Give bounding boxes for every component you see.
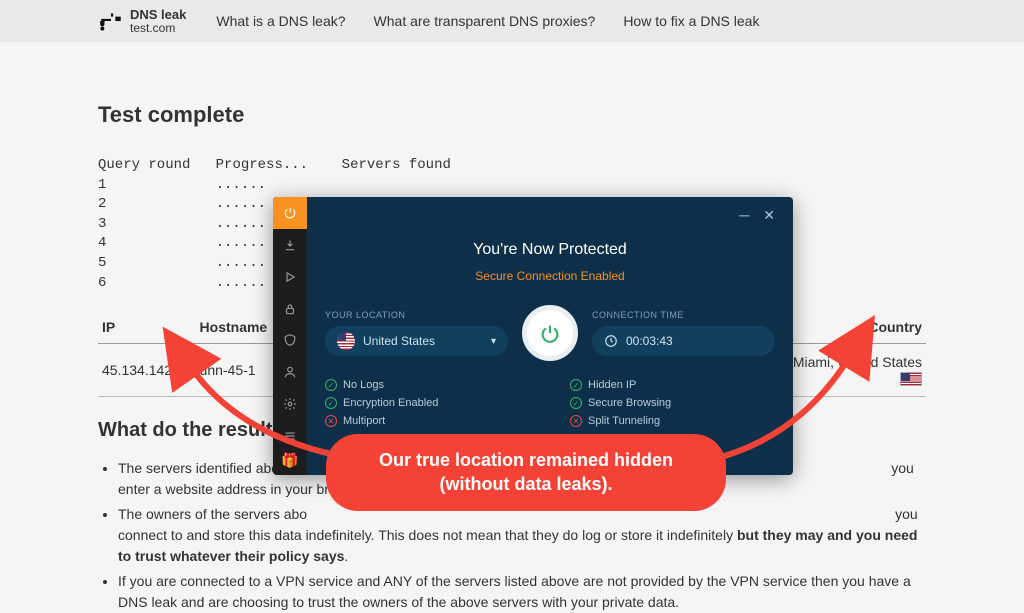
- site-logo[interactable]: DNS leak test.com: [98, 8, 186, 34]
- top-nav-bar: DNS leak test.com What is a DNS leak? Wh…: [0, 0, 1024, 42]
- faucet-icon: [98, 8, 124, 34]
- list-item: If you are connected to a VPN service an…: [118, 571, 926, 613]
- close-button[interactable]: ✕: [763, 207, 775, 223]
- logo-line2: test.com: [130, 22, 186, 35]
- secure-status: Secure Connection Enabled: [325, 269, 775, 283]
- col-ip: IP: [98, 311, 196, 344]
- sidebar-shield-button[interactable]: [273, 325, 307, 357]
- nav-link-howto[interactable]: How to fix a DNS leak: [623, 13, 759, 29]
- protected-status: You're Now Protected: [325, 241, 775, 259]
- nav-link-transparent[interactable]: What are transparent DNS proxies?: [374, 13, 596, 29]
- sidebar-play-button[interactable]: [273, 261, 307, 293]
- sidebar-lock-button[interactable]: [273, 293, 307, 325]
- location-pill[interactable]: United States ▾: [325, 326, 508, 356]
- nav-link-whatis[interactable]: What is a DNS leak?: [216, 13, 345, 29]
- sidebar-power-button[interactable]: [273, 197, 307, 229]
- us-flag-icon: [337, 332, 355, 350]
- sidebar-download-button[interactable]: [273, 229, 307, 261]
- annotation-bubble: Our true location remained hidden (witho…: [326, 434, 726, 511]
- page-title: Test complete: [98, 102, 926, 128]
- logo-line1: DNS leak: [130, 7, 186, 22]
- col-country: Country: [776, 311, 926, 344]
- vpn-titlebar: ─ ✕: [325, 207, 775, 223]
- time-label: CONNECTION TIME: [592, 310, 775, 320]
- list-item: The owners of the servers aboxxxxxxxxxxx…: [118, 504, 926, 567]
- us-flag-icon: [900, 372, 922, 386]
- minimize-button[interactable]: ─: [739, 207, 749, 223]
- location-label: YOUR LOCATION: [325, 310, 508, 320]
- vpn-power-button[interactable]: [522, 305, 578, 361]
